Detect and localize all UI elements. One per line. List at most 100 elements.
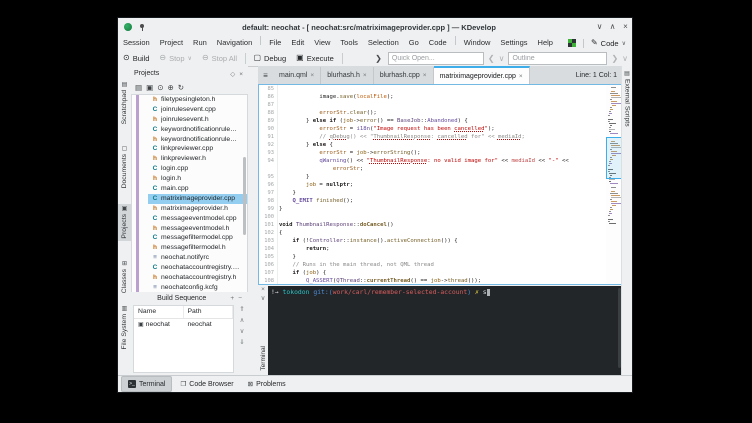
move-up-icon[interactable]: ∧ [240, 317, 245, 324]
tree-item-messagefiltermodel.cpp[interactable]: Cmessagefiltermodel.cpp [132, 233, 247, 243]
tree-item-messagefiltermodel.h[interactable]: h messagefiltermodel.h [132, 243, 247, 253]
tree-item-messageeventmodel.h[interactable]: h messageeventmodel.h [132, 224, 247, 234]
projects-panel-title: Projects [134, 69, 160, 77]
menu-item-selection[interactable]: Selection [363, 36, 404, 50]
tab-matriximageprovider.cpp[interactable]: matriximageprovider.cpp × [433, 66, 530, 84]
locate-current-document-icon[interactable]: ▣ [146, 83, 153, 92]
tab-blurhash.cpp[interactable]: blurhash.cpp × [373, 67, 434, 84]
terminal-console[interactable]: !→ tokodon git:(work/carl/remember-selec… [268, 286, 622, 375]
pin-icon[interactable] [138, 23, 145, 31]
menu-item-session[interactable]: Session [118, 36, 155, 50]
sidebar-tab-file-system[interactable]: ▥ File System [118, 304, 131, 352]
minimap-line [608, 189, 620, 190]
tree-item-linkpreviewer.h[interactable]: h linkpreviewer.h [132, 154, 247, 164]
build-settings-icon[interactable]: ⊙ [157, 83, 163, 92]
move-bottom-icon[interactable]: ⇓ [239, 339, 244, 346]
menu-item-navigation[interactable]: Navigation [212, 36, 257, 50]
pencil-icon: ✎ [590, 38, 598, 47]
document-list-icon[interactable]: ≡ [258, 66, 273, 84]
menu-item-code[interactable]: Code [424, 36, 452, 50]
minimap-line [609, 211, 611, 212]
float-icon[interactable]: ◇ [228, 71, 237, 78]
move-down-icon[interactable]: ∨ [240, 328, 245, 335]
code-text[interactable]: image.save(localFile); errorStr.clear();… [279, 85, 605, 284]
chevron-down-icon[interactable]: ∨ [622, 54, 632, 63]
reload-icon[interactable]: ↻ [178, 83, 184, 92]
tree-item-linkpreviewer.cpp[interactable]: Clinkpreviewer.cpp [132, 144, 247, 154]
tree-item-messageeventmodel.cpp[interactable]: Cmessageeventmodel.cpp [132, 214, 247, 224]
projects-icon: ▣ [121, 206, 128, 212]
menu-item-project[interactable]: Project [155, 36, 188, 50]
stop-all-button[interactable]: ⊖ Stop All [197, 54, 242, 63]
sidebar-tab-classes[interactable]: ⊞ Classes [118, 259, 131, 295]
tree-item-neochataccountregistry.cpp[interactable]: Cneochataccountregistry.cpp [132, 263, 247, 273]
open-project-icon[interactable]: ▤ [135, 83, 142, 92]
chevron-down-icon[interactable]: ∨ [499, 54, 509, 63]
menu-item-edit[interactable]: Edit [286, 36, 309, 50]
minimap-viewport[interactable] [606, 136, 622, 179]
build-sequence-row[interactable]: ▣ neochat neochat [134, 319, 233, 330]
minimap-scrollbar[interactable] [606, 85, 622, 284]
stop-button[interactable]: ⊖ Stop ∨ [154, 54, 197, 63]
toolbar-overflow-icon[interactable]: ❯ [371, 54, 386, 63]
quick-open-input[interactable] [387, 51, 484, 65]
tree-item-joinrulesevent.h[interactable]: h joinrulesevent.h [132, 115, 247, 125]
tab-blurhash.h[interactable]: blurhash.h × [321, 67, 374, 84]
close-icon[interactable]: × [237, 71, 245, 78]
menu-item-help[interactable]: Help [533, 36, 558, 50]
tab-main.qml[interactable]: main.qml × [273, 67, 322, 84]
statusbar-terminal-button[interactable]: >_ Terminal [121, 376, 173, 392]
minimize-button[interactable]: ∨ [593, 18, 606, 36]
tree-item-matriximageprovider.cpp[interactable]: Cmatriximageprovider.cpp [132, 193, 247, 204]
menu-item-go[interactable]: Go [404, 36, 424, 50]
tab-close-icon[interactable]: × [310, 72, 314, 79]
tree-item-neochat.notifyrc[interactable]: ≡ neochat.notifyrc [132, 253, 247, 263]
close-button[interactable]: × [619, 18, 632, 36]
tab-close-icon[interactable]: × [519, 73, 523, 80]
tab-close-icon[interactable]: × [363, 72, 367, 79]
tree-item-login.cpp[interactable]: Clogin.cpp [132, 164, 247, 174]
tree-item-keywordnotificationrulem-[interactable]: h keywordnotificationrulem… [132, 135, 247, 145]
back-icon[interactable]: ❮ [484, 54, 499, 63]
statusbar-code-browser-button[interactable]: ❐ Code Browser [174, 377, 239, 391]
tree-item-joinrulesevent.cpp[interactable]: Cjoinrulesevent.cpp [132, 105, 247, 115]
execute-button[interactable]: ▣ Execute [291, 54, 339, 63]
sidebar-tab-external-scripts[interactable]: ▤ External Scripts [622, 69, 632, 129]
build-button[interactable]: ⊙ Build [118, 54, 154, 63]
tree-item-matriximageprovider.h[interactable]: h matriximageprovider.h [132, 204, 247, 214]
maximize-button[interactable]: ∧ [606, 18, 619, 36]
tree-item-login.h[interactable]: h login.h [132, 174, 247, 184]
move-top-icon[interactable]: ⇑ [239, 306, 244, 313]
area-switcher-icon[interactable] [567, 39, 576, 47]
code-editor[interactable]: 85 86 87 88 89 90 91 92 93 94 95 96 97 98 99 100 101 102 1… [258, 84, 622, 285]
perspective-selector[interactable]: ✎ Code ∨ [587, 39, 632, 48]
tree-item-neochataccountregistry.h[interactable]: h neochataccountregistry.h [132, 273, 247, 283]
menu-item-run[interactable]: Run [188, 36, 212, 50]
filter-icon[interactable]: ⊕ [167, 83, 173, 92]
project-tree[interactable]: h filetypesingleton.h Cjoinrulesevent.cpp h… [131, 94, 248, 294]
code-line: Q_EMIT finished(); [279, 197, 605, 205]
menu-item-settings[interactable]: Settings [495, 36, 532, 50]
menu-item-file[interactable]: File [264, 36, 286, 50]
add-button[interactable]: + [228, 295, 236, 302]
tree-scrollbar[interactable] [243, 157, 246, 235]
tab-close-icon[interactable]: × [423, 72, 427, 79]
expand-icon[interactable]: ∨ [261, 294, 266, 303]
sidebar-tab-documents[interactable]: ▢ Documents [118, 144, 131, 190]
tree-item-main.cpp[interactable]: Cmain.cpp [132, 184, 247, 194]
forward-icon[interactable]: ❯ [607, 54, 622, 63]
outline-input[interactable] [508, 51, 608, 65]
menu-item-tools[interactable]: Tools [335, 36, 363, 50]
sidebar-tab-projects[interactable]: ▣ Projects [118, 204, 131, 241]
close-icon[interactable]: × [261, 285, 265, 294]
titlebar[interactable]: default: neochat - [ neochat:src/matrixi… [118, 18, 632, 37]
tree-item-filetypesingleton.h[interactable]: h filetypesingleton.h [132, 95, 247, 105]
menu-item-view[interactable]: View [309, 36, 335, 50]
statusbar-problems-button[interactable]: ⊠ Problems [242, 377, 292, 391]
sidebar-tab-scratchpad[interactable]: ▤ Scratchpad [118, 80, 131, 126]
menu-item-window[interactable]: Window [459, 36, 496, 50]
debug-button[interactable]: ▢ Debug [248, 54, 291, 63]
build-sequence-table[interactable]: Name Path ▣ neochat neochat [133, 305, 234, 373]
tree-item-keywordnotificationrulem-[interactable]: Ckeywordnotificationrulem… [132, 125, 247, 135]
remove-button[interactable]: − [236, 295, 244, 302]
